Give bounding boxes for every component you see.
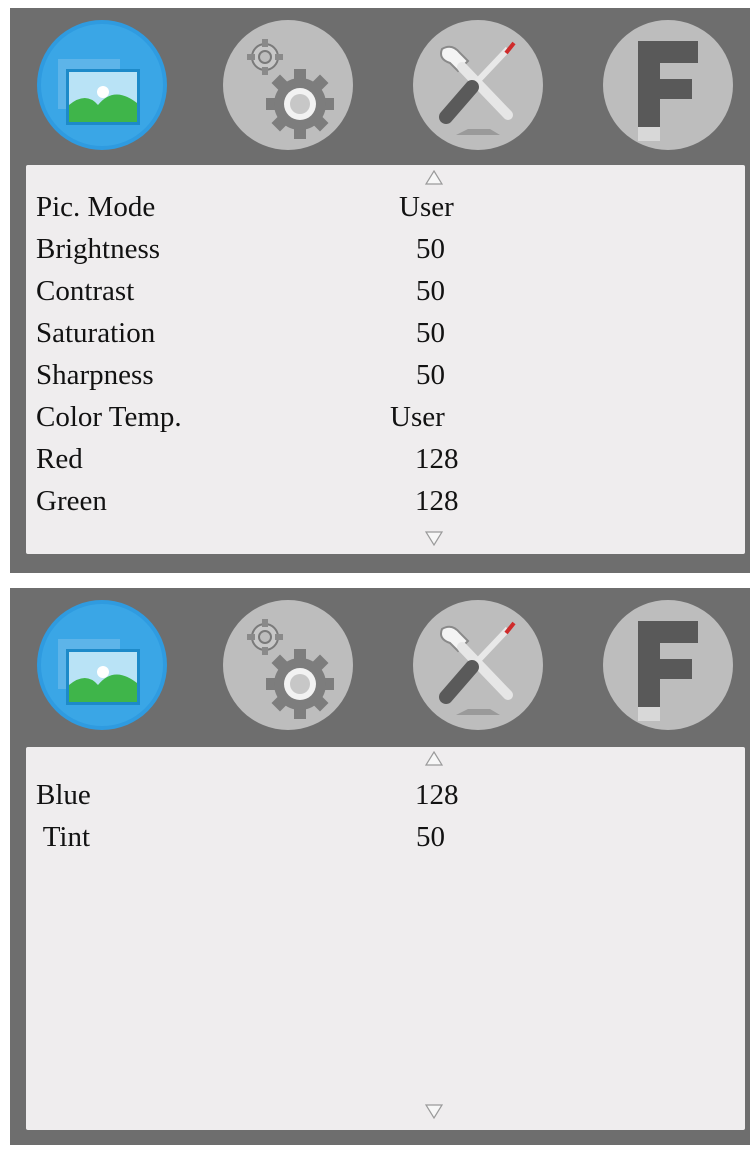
f-letter-icon xyxy=(603,20,733,150)
scroll-down-arrow-icon[interactable] xyxy=(425,531,443,546)
tab-tools[interactable] xyxy=(412,599,544,731)
row-label: Red xyxy=(36,443,83,475)
menu-row-color-temp[interactable]: Color Temp. User xyxy=(26,396,745,438)
scroll-up-arrow-icon[interactable] xyxy=(425,751,443,766)
menu-row-brightness[interactable]: Brightness 50 xyxy=(26,228,745,270)
menu-row-tint[interactable]: Tint 50 xyxy=(26,816,745,858)
row-label: Sharpness xyxy=(36,359,154,391)
menu-row-red[interactable]: Red 128 xyxy=(26,438,745,480)
settings-list: Blue 128 Tint 50 xyxy=(26,747,745,1130)
tab-picture[interactable] xyxy=(36,19,168,151)
tab-picture[interactable] xyxy=(36,599,168,731)
tab-tools[interactable] xyxy=(412,19,544,151)
tab-factory[interactable] xyxy=(602,19,734,151)
row-value: 128 xyxy=(415,443,459,475)
row-value: User xyxy=(390,401,445,433)
tab-settings[interactable] xyxy=(222,19,354,151)
tools-icon xyxy=(413,600,543,730)
f-letter-icon xyxy=(603,600,733,730)
row-label: Brightness xyxy=(36,233,161,265)
row-label: Blue xyxy=(36,779,91,811)
row-label: Saturation xyxy=(36,317,156,349)
row-label: Green xyxy=(36,485,107,517)
row-value: User xyxy=(399,191,454,223)
tools-icon xyxy=(413,20,543,150)
tab-factory[interactable] xyxy=(602,599,734,731)
gears-icon xyxy=(223,20,353,150)
scroll-up-arrow-icon[interactable] xyxy=(425,170,443,185)
row-value: 50 xyxy=(416,275,445,307)
row-label: Contrast xyxy=(36,275,135,307)
menu-row-contrast[interactable]: Contrast 50 xyxy=(26,270,745,312)
row-label: Color Temp. xyxy=(36,401,182,433)
row-value: 50 xyxy=(416,821,445,853)
row-label: Pic. Mode xyxy=(36,191,156,223)
scroll-down-arrow-icon[interactable] xyxy=(425,1104,443,1119)
tab-settings[interactable] xyxy=(222,599,354,731)
row-value: 50 xyxy=(416,233,445,265)
settings-list: Pic. Mode User Brightness 50 Contrast 50… xyxy=(26,165,745,554)
menu-row-saturation[interactable]: Saturation 50 xyxy=(26,312,745,354)
osd-panel-page-1: Pic. Mode User Brightness 50 Contrast 50… xyxy=(10,8,750,573)
picture-icon xyxy=(37,600,167,730)
row-value: 128 xyxy=(415,779,459,811)
row-value: 50 xyxy=(416,359,445,391)
row-value: 128 xyxy=(415,485,459,517)
picture-icon xyxy=(37,20,167,150)
menu-row-blue[interactable]: Blue 128 xyxy=(26,774,745,816)
row-label: Tint xyxy=(36,821,91,853)
menu-row-pic-mode[interactable]: Pic. Mode User xyxy=(26,186,745,228)
menu-row-sharpness[interactable]: Sharpness 50 xyxy=(26,354,745,396)
gears-icon xyxy=(223,600,353,730)
menu-row-green[interactable]: Green 128 xyxy=(26,480,745,522)
osd-panel-page-2: Blue 128 Tint 50 xyxy=(10,588,750,1145)
row-value: 50 xyxy=(416,317,445,349)
